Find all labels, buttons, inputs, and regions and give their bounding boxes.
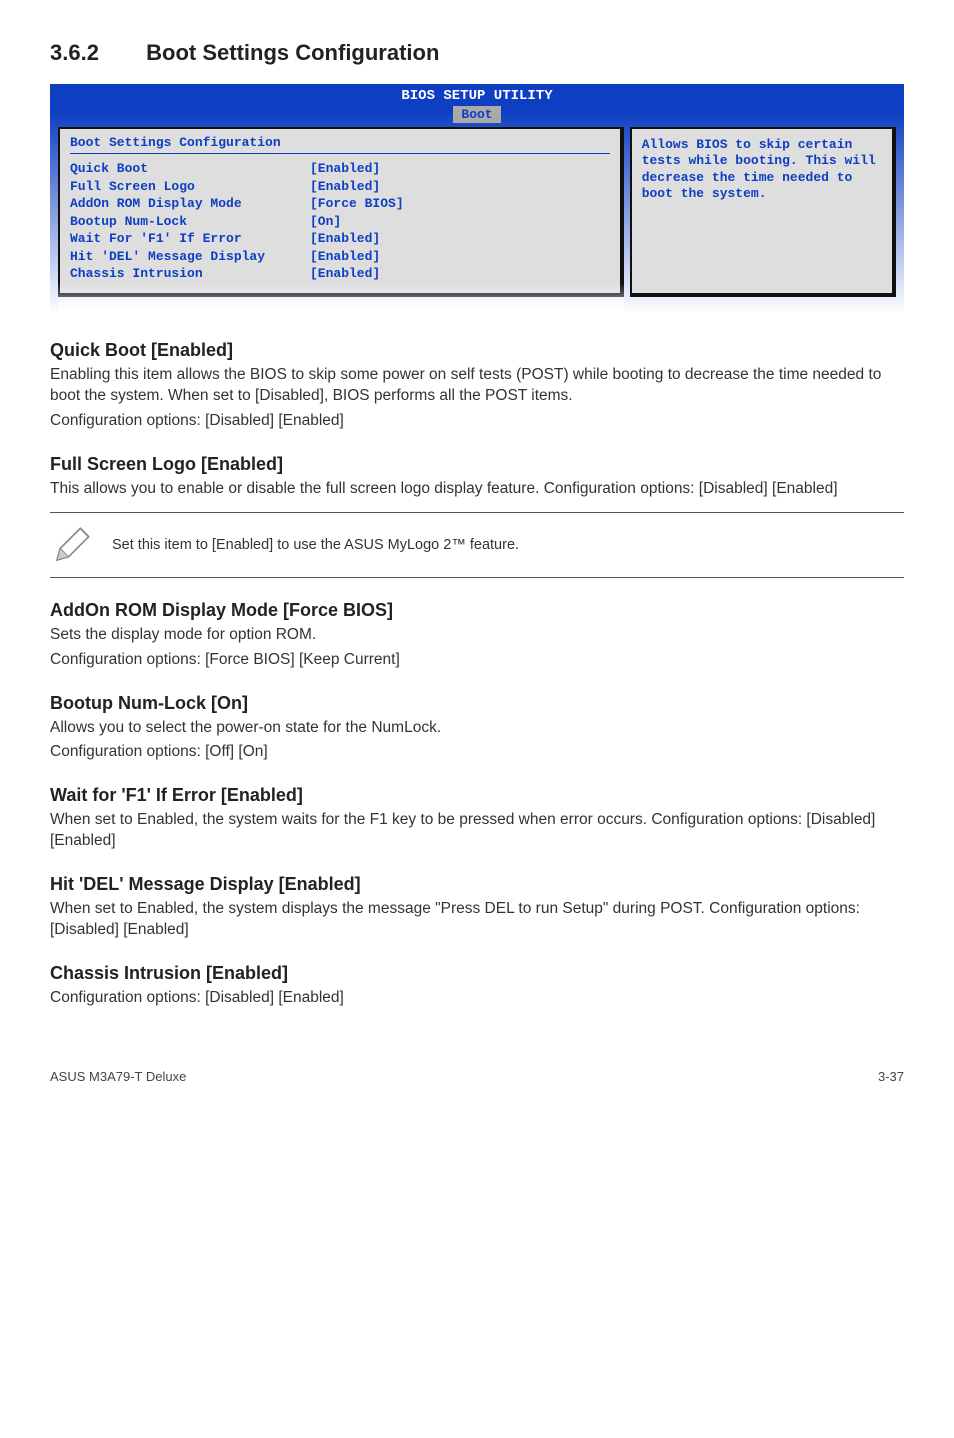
bios-row: Wait For 'F1' If Error[Enabled] xyxy=(70,230,610,248)
paragraph: Enabling this item allows the BIOS to sk… xyxy=(50,365,904,407)
bios-row-label: Full Screen Logo xyxy=(70,178,310,196)
subheading-full-screen-logo: Full Screen Logo [Enabled] xyxy=(50,454,904,475)
bios-row-value: [Enabled] xyxy=(310,230,610,248)
bios-row-label: Quick Boot xyxy=(70,160,310,178)
bios-header: BIOS SETUP UTILITY xyxy=(50,84,904,104)
subheading-hit-del: Hit 'DEL' Message Display [Enabled] xyxy=(50,874,904,895)
bios-tab-bar: Boot xyxy=(50,104,904,123)
bios-help-pane: Allows BIOS to skip certain tests while … xyxy=(630,127,896,297)
bios-row: Bootup Num-Lock[On] xyxy=(70,213,610,231)
bios-row-label: Chassis Intrusion xyxy=(70,265,310,283)
bios-row-value: [Enabled] xyxy=(310,265,610,283)
bios-row: Chassis Intrusion[Enabled] xyxy=(70,265,610,283)
paragraph: Configuration options: [Force BIOS] [Kee… xyxy=(50,650,904,671)
paragraph: Configuration options: [Disabled] [Enabl… xyxy=(50,411,904,432)
section-number: 3.6.2 xyxy=(50,40,140,66)
bios-screenshot: BIOS SETUP UTILITY Boot Boot Settings Co… xyxy=(50,84,904,314)
bios-row: Hit 'DEL' Message Display[Enabled] xyxy=(70,248,610,266)
bios-row-label: Bootup Num-Lock xyxy=(70,213,310,231)
bios-row: Full Screen Logo[Enabled] xyxy=(70,178,610,196)
page-footer: ASUS M3A79-T Deluxe 3-37 xyxy=(50,1069,904,1084)
footer-left: ASUS M3A79-T Deluxe xyxy=(50,1069,186,1084)
bios-row-value: [Enabled] xyxy=(310,178,610,196)
subheading-chassis-intrusion: Chassis Intrusion [Enabled] xyxy=(50,963,904,984)
paragraph: This allows you to enable or disable the… xyxy=(50,479,904,500)
bios-tab-boot: Boot xyxy=(453,106,500,123)
subheading-bootup-numlock: Bootup Num-Lock [On] xyxy=(50,693,904,714)
bios-row-value: [Enabled] xyxy=(310,248,610,266)
paragraph: Sets the display mode for option ROM. xyxy=(50,625,904,646)
bios-row: Quick Boot[Enabled] xyxy=(70,160,610,178)
paragraph: Configuration options: [Disabled] [Enabl… xyxy=(50,988,904,1009)
bios-row: AddOn ROM Display Mode[Force BIOS] xyxy=(70,195,610,213)
subheading-wait-f1: Wait for 'F1' If Error [Enabled] xyxy=(50,785,904,806)
bios-row-value: [Force BIOS] xyxy=(310,195,610,213)
subheading-addon-rom: AddOn ROM Display Mode [Force BIOS] xyxy=(50,600,904,621)
paragraph: When set to Enabled, the system displays… xyxy=(50,899,904,941)
paragraph: When set to Enabled, the system waits fo… xyxy=(50,810,904,852)
note-callout: Set this item to [Enabled] to use the AS… xyxy=(50,512,904,578)
subheading-quick-boot: Quick Boot [Enabled] xyxy=(50,340,904,361)
paragraph: Allows you to select the power-on state … xyxy=(50,718,904,739)
bios-row-label: Hit 'DEL' Message Display xyxy=(70,248,310,266)
bios-row-label: Wait For 'F1' If Error xyxy=(70,230,310,248)
pencil-note-icon xyxy=(50,523,94,567)
paragraph: Configuration options: [Off] [On] xyxy=(50,742,904,763)
bios-row-label: AddOn ROM Display Mode xyxy=(70,195,310,213)
bios-left-title: Boot Settings Configuration xyxy=(70,135,610,154)
section-heading: 3.6.2 Boot Settings Configuration xyxy=(50,40,904,66)
bios-left-pane: Boot Settings Configuration Quick Boot[E… xyxy=(58,127,624,297)
note-text: Set this item to [Enabled] to use the AS… xyxy=(112,537,519,553)
footer-right: 3-37 xyxy=(878,1069,904,1084)
bios-row-value: [On] xyxy=(310,213,610,231)
section-title: Boot Settings Configuration xyxy=(146,40,439,65)
bios-row-value: [Enabled] xyxy=(310,160,610,178)
